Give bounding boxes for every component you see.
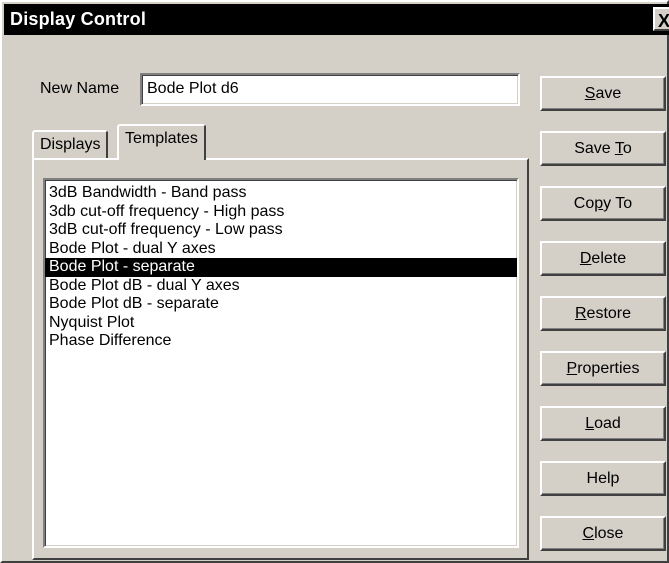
restore-button[interactable]: Restore (540, 296, 666, 331)
list-item[interactable]: Phase Difference (45, 332, 517, 351)
new-name-input[interactable]: Bode Plot d6 (140, 73, 520, 106)
save-to-button[interactable]: Save To (540, 131, 666, 166)
list-item[interactable]: 3dB Bandwidth - Band pass (45, 184, 517, 203)
list-item[interactable]: 3db cut-off frequency - High pass (45, 203, 517, 222)
properties-button[interactable]: Properties (540, 351, 666, 386)
tab-displays[interactable]: Displays (32, 130, 109, 158)
new-name-label: New Name (40, 80, 120, 97)
list-item[interactable]: Bode Plot dB - dual Y axes (45, 277, 517, 296)
tab-templates[interactable]: Templates (117, 124, 206, 160)
list-item[interactable]: 3dB cut-off frequency - Low pass (45, 221, 517, 240)
save-button[interactable]: Save (540, 76, 666, 111)
title-bar[interactable]: Display Control X (4, 4, 669, 35)
list-item[interactable]: Bode Plot dB - separate (45, 295, 517, 314)
list-item[interactable]: Nyquist Plot (45, 314, 517, 333)
list-item[interactable]: Bode Plot - dual Y axes (45, 240, 517, 259)
templates-listbox[interactable]: 3dB Bandwidth - Band pass 3db cut-off fre… (43, 178, 519, 548)
help-button[interactable]: Help (540, 461, 666, 496)
copy-to-button[interactable]: Copy To (540, 186, 666, 221)
delete-button[interactable]: Delete (540, 241, 666, 276)
window-close-icon[interactable]: X (653, 7, 669, 31)
load-button[interactable]: Load (540, 406, 666, 441)
list-item[interactable]: Bode Plot - separate (45, 258, 517, 277)
display-control-dialog: Display Control X New Name Bode Plot d6 … (0, 0, 669, 563)
close-button[interactable]: Close (540, 516, 666, 551)
window-title: Display Control (10, 9, 147, 29)
